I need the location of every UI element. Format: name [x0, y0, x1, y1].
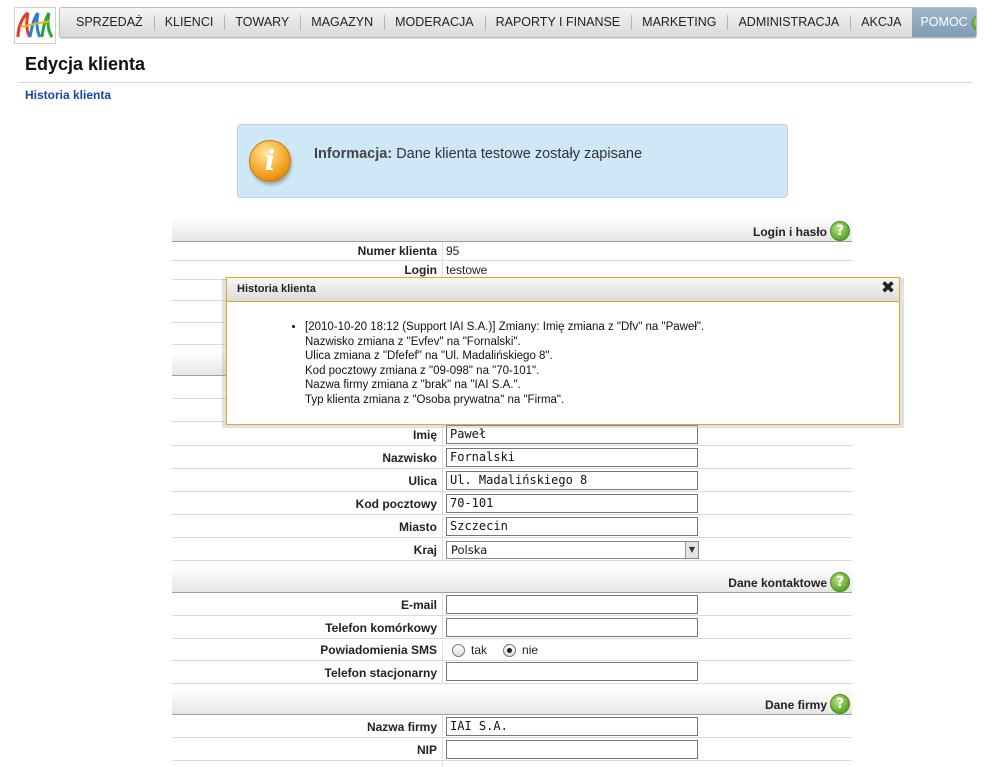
info-label: Informacja: [314, 146, 393, 162]
row-landline: Telefon stacjonarny [172, 661, 852, 684]
modal-body: [2010-10-20 18:12 (Support IAI S.A.)] Zm… [287, 320, 704, 407]
section-contact: Dane kontaktowe ? [172, 567, 852, 593]
section-company: Dane firmy ? [172, 689, 852, 715]
sms-yes-radio[interactable] [452, 643, 465, 657]
nav-klienci[interactable]: KLIENCI [153, 8, 225, 37]
sms-no-radio[interactable] [503, 643, 517, 657]
info-icon: i [249, 140, 291, 182]
label-login: Login [404, 263, 437, 277]
sms-radio-group: tak nie [452, 643, 554, 657]
nav-sprzedaz[interactable]: SPRZEDAŻ [60, 8, 154, 37]
help-icon: ? [971, 14, 976, 31]
row-cut-off [172, 761, 852, 767]
history-line: Kod pocztowy zmiana z "09-098" na "70-10… [305, 364, 540, 377]
nav-akcja[interactable]: AKCJA [850, 8, 912, 37]
title-divider [18, 82, 973, 83]
section-login: Login i hasło ? [172, 216, 852, 242]
main-nav: SPRZEDAŻ KLIENCI TOWARY MAGAZYN MODERACJ… [59, 7, 977, 38]
nav-administracja[interactable]: ADMINISTRACJA [727, 8, 850, 37]
label-first-name: Imię [412, 428, 437, 442]
help-icon[interactable]: ? [830, 572, 850, 592]
section-login-title: Login i hasło [753, 225, 827, 239]
history-entry: [2010-10-20 18:12 (Support IAI S.A.)] Zm… [305, 320, 704, 407]
history-line: Nazwa firmy zmiana z "brak" na "IAI S.A.… [305, 379, 521, 391]
section-company-title: Dane firmy [764, 698, 827, 712]
row-mobile: Telefon komórkowy [172, 616, 852, 639]
company-name-input[interactable]: IAI S.A. [446, 717, 698, 736]
page-title: Edycja klienta [25, 54, 146, 74]
app-logo[interactable] [14, 7, 56, 44]
landline-input[interactable] [446, 662, 698, 681]
label-street: Ulica [408, 474, 437, 488]
label-country: Kraj [413, 543, 437, 557]
history-modal: Historia klienta ✖ [2010-10-20 18:12 (Su… [226, 277, 900, 425]
nav-towary[interactable]: TOWARY [224, 8, 300, 37]
history-link[interactable]: Historia klienta [25, 88, 111, 102]
label-city: Miasto [398, 520, 437, 534]
nip-input[interactable] [446, 740, 698, 759]
row-sms: Powiadomienia SMS tak nie [172, 639, 852, 661]
row-nip: NIP [172, 738, 852, 761]
modal-title: Historia klienta [237, 283, 316, 295]
nav-pomoc[interactable]: POMOC ? [912, 8, 976, 37]
nav-magazyn[interactable]: MAGAZYN [300, 8, 384, 37]
label-company-name: Nazwa firmy [366, 720, 437, 734]
row-street: Ulica Ul. Madalińskiego 8 [172, 469, 852, 492]
info-message: i Informacja: Dane klienta testowe zosta… [237, 124, 788, 198]
label-landline: Telefon stacjonarny [324, 666, 437, 680]
value-login: testowe [446, 263, 488, 277]
city-input[interactable]: Szczecin [446, 517, 698, 536]
label-email: E-mail [400, 598, 437, 612]
country-select[interactable]: Polska ▼ [446, 541, 699, 559]
mobile-input[interactable] [446, 618, 698, 637]
history-line: Ulica zmiana z "Dfefef" na "Ul. Madalińs… [305, 350, 553, 362]
nav-pomoc-label: POMOC [920, 15, 968, 29]
row-email: E-mail [172, 593, 852, 616]
country-select-value: Polska [451, 543, 488, 557]
chevron-down-icon[interactable]: ▼ [685, 542, 698, 558]
history-line: Typ klienta zmiana z "Osoba prywatna" na… [305, 393, 565, 406]
value-client-number: 95 [446, 244, 460, 258]
history-line: Nazwisko zmiana z "Evfev" na "Fornalski"… [305, 335, 521, 348]
nav-raporty[interactable]: RAPORTY I FINANSE [484, 8, 632, 37]
nav-marketing[interactable]: MARKETING [631, 8, 727, 37]
street-input[interactable]: Ul. Madalińskiego 8 [446, 471, 698, 490]
label-postal-code: Kod pocztowy [355, 497, 437, 511]
close-icon[interactable]: ✖ [880, 280, 896, 297]
nav-moderacja[interactable]: MODERACJA [384, 8, 484, 37]
label-mobile: Telefon komórkowy [325, 621, 437, 635]
row-company-name: Nazwa firmy IAI S.A. [172, 715, 852, 738]
last-name-input[interactable]: Fornalski [446, 448, 698, 467]
help-icon[interactable]: ? [830, 221, 850, 241]
info-text: Dane klienta testowe zostały zapisane [396, 146, 643, 162]
row-last-name: Nazwisko Fornalski [172, 446, 852, 469]
postal-code-input[interactable]: 70-101 [446, 494, 698, 513]
row-postal-code: Kod pocztowy 70-101 [172, 492, 852, 515]
modal-titlebar: Historia klienta ✖ [227, 278, 899, 302]
label-client-number: Numer klienta [357, 244, 437, 258]
help-icon[interactable]: ? [830, 694, 850, 714]
row-city: Miasto Szczecin [172, 515, 852, 538]
row-client-number: Numer klienta 95 [172, 242, 852, 261]
sms-yes-label: tak [471, 643, 488, 657]
email-input[interactable] [446, 595, 698, 614]
label-sms: Powiadomienia SMS [320, 643, 437, 657]
label-last-name: Nazwisko [382, 451, 437, 465]
section-contact-title: Dane kontaktowe [728, 576, 827, 590]
row-country: Kraj Polska ▼ [172, 538, 852, 561]
label-nip: NIP [416, 743, 437, 757]
sms-no-label: nie [522, 643, 539, 657]
history-line: [2010-10-20 18:12 (Support IAI S.A.)] Zm… [305, 321, 705, 333]
